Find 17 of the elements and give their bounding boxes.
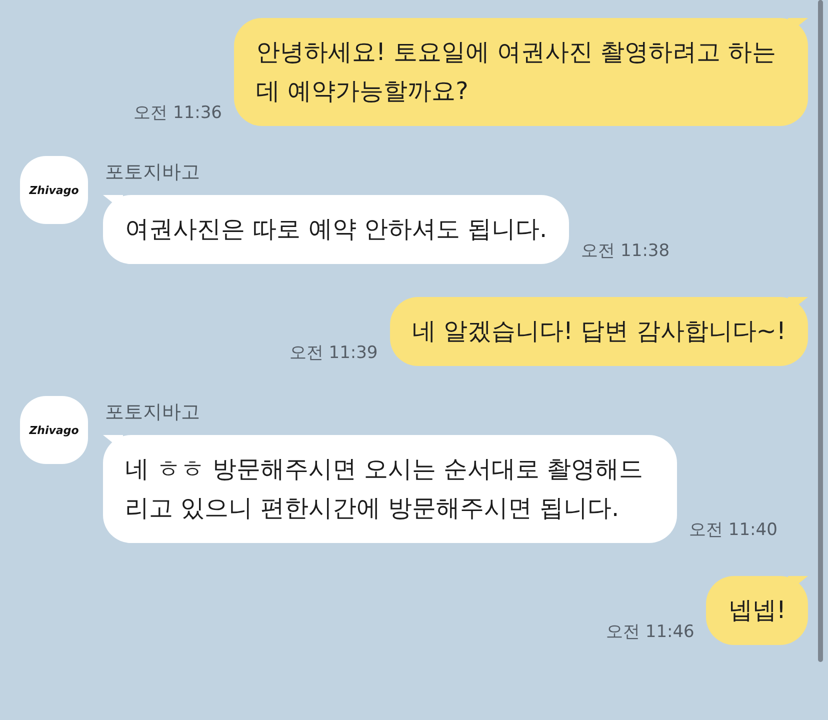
message-time: 오전 11:38	[581, 240, 670, 262]
received-message-bubble: 여권사진은 따로 예약 안하셔도 됩니다.	[103, 195, 570, 264]
received-message-bubble: 네 ㅎㅎ 방문해주시면 오시는 순서대로 촬영해드리고 있으니 편한시간에 방문해주시면 됩니다.	[103, 435, 677, 543]
message-time: 오전 11:39	[289, 342, 378, 364]
scrollbar[interactable]	[818, 0, 823, 662]
sender-name: 포토지바고	[105, 400, 200, 425]
avatar-logo: Zhivago	[29, 424, 79, 436]
sent-message-bubble: 안녕하세요! 토요일에 여권사진 촬영하려고 하는데 예약가능할까요?	[234, 18, 808, 126]
message-time: 오전 11:40	[689, 519, 778, 541]
profile-avatar[interactable]: Zhivago	[20, 396, 88, 464]
sent-message-bubble: 넵넵!	[706, 576, 808, 645]
sender-name: 포토지바고	[105, 160, 200, 185]
message-time: 오전 11:36	[134, 102, 222, 124]
avatar-logo: Zhivago	[29, 184, 79, 196]
profile-avatar[interactable]: Zhivago	[20, 156, 88, 224]
sent-message-bubble: 네 알겠습니다! 답변 감사합니다~!	[390, 297, 808, 366]
message-time: 오전 11:46	[606, 621, 694, 643]
